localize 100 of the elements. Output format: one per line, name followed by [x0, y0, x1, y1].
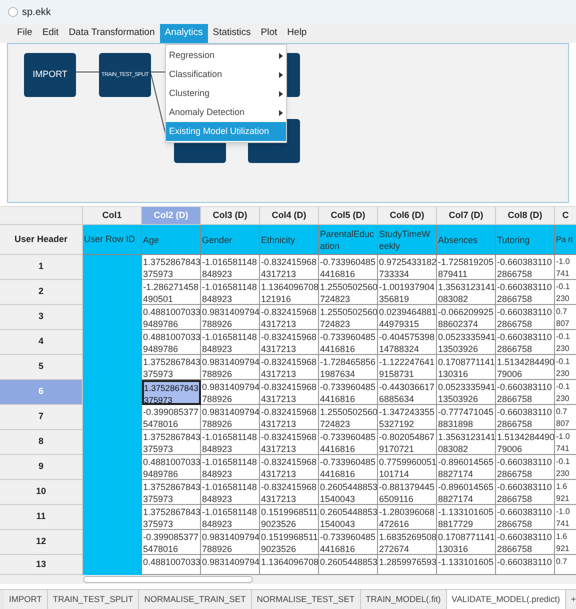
table-cell: -1.016581148848923	[201, 255, 260, 280]
table-cell: -0.8324159684317213	[260, 380, 319, 405]
table-cell: -1.725819205879411	[437, 255, 496, 280]
table-cell: -0.8960145658827174	[437, 480, 496, 505]
table-cell: -0.6603831102866758	[496, 280, 555, 305]
table-cell: -1.001937904356819	[378, 280, 437, 305]
table-cell: 1.3563123141083082	[437, 280, 496, 305]
table-cell: 0.1708771141130316	[437, 355, 496, 380]
table-cell: 0.9831409794	[201, 555, 260, 575]
table-cell: -0.6603831102866758	[496, 405, 555, 430]
table-cell: -0.1 230	[555, 455, 576, 480]
table-cell: -0.6603831102866758	[496, 330, 555, 355]
table-cell: 0.9831409794788926	[201, 405, 260, 430]
table-cell: 1.3752867843375973	[142, 430, 201, 455]
table-cell: 0.15199685119023526	[260, 505, 319, 530]
table-cell: -1.016581148848923	[201, 480, 260, 505]
table-cell: -1.0 741	[555, 255, 576, 280]
table-cell: -0.3990853775478016	[142, 530, 201, 555]
table-cell: -1.0 741	[555, 430, 576, 455]
table-cell: 0.26054488531540043	[319, 480, 378, 505]
table-cell: 0.9831409794788926	[201, 305, 260, 330]
table-cell: 0.1708771141130316	[437, 530, 496, 555]
table-cell: 0.4881007033	[142, 555, 201, 575]
table-cell: -1.016581148848923	[201, 455, 260, 480]
table-cell: -0.06620992588602374	[437, 305, 496, 330]
table-cell: -0.6603831102866758	[496, 255, 555, 280]
table-cell: -1.016581148848923	[201, 505, 260, 530]
table-cell: -0.6603831102866758	[496, 455, 555, 480]
table-cell: 1.1364096708	[260, 555, 319, 575]
table-cell: 1.2859976593	[378, 555, 437, 575]
table-cell: 0.9831409794788926	[201, 355, 260, 380]
table-cell: -0.7339604854416816	[319, 430, 378, 455]
table-cell: StudyTimeWeekly	[378, 225, 437, 255]
table-cell: -0.6603831102866758	[496, 505, 555, 530]
table-cell: 1.3752867843375973	[142, 380, 201, 405]
table-cell: 1.3563123141083082	[437, 430, 496, 455]
table-cell: -1.016581148848923	[201, 280, 260, 305]
table-cell: 0.48810070339489786	[142, 330, 201, 355]
table-cell: -0.7339604854416816	[319, 380, 378, 405]
table-cell: 1.2550502560724823	[319, 405, 378, 430]
table-cell: -0.7339604854416816	[319, 330, 378, 355]
table-cell: -1.286271458490501	[142, 280, 201, 305]
table-cell: 1.2550502560724823	[319, 305, 378, 330]
table-cell: -0.8324159684317213	[260, 455, 319, 480]
table-cell: Age	[142, 225, 201, 255]
table-cell: -0.8324159684317213	[260, 405, 319, 430]
table-cell: 0.15199685119023526	[260, 530, 319, 555]
table-cell: -0.7339604854416816	[319, 530, 378, 555]
table-cell: -0.8960145658827174	[437, 455, 496, 480]
table-cell: 1.6 921	[555, 530, 576, 555]
table-cell: 1.2550502560724823	[319, 280, 378, 305]
table-cell: 1.1364096708121916	[260, 280, 319, 305]
table-cell: 0.2605448853	[319, 555, 378, 575]
table-cell: -0.8324159684317213	[260, 330, 319, 355]
table-cell: -0.8324159684317213	[260, 480, 319, 505]
table-cell: 0.7759960051101714	[378, 455, 437, 480]
table-cell: 1.513428449079006	[496, 430, 555, 455]
table-cell: -0.7339604854416816	[319, 255, 378, 280]
table-cell: 1.3752867843375973	[142, 255, 201, 280]
table-cell: -0.6603831102866758	[496, 480, 555, 505]
table-cell: 0.023946488144979315	[378, 305, 437, 330]
table-cell: 1.513428449079006	[496, 355, 555, 380]
table-cell: ParentalEducation	[319, 225, 378, 255]
table-cell: -0.7339604854416816	[319, 455, 378, 480]
table-cell: -0.8813794456509116	[378, 480, 437, 505]
table-cell: -0.7774710458831898	[437, 405, 496, 430]
table-cell: Gender	[201, 225, 260, 255]
table-cell: 0.7 807	[555, 405, 576, 430]
table-cell: 1.3752867843375973	[142, 480, 201, 505]
table-cell: User Row ID	[83, 225, 142, 255]
table-cell: Tutoring	[496, 225, 555, 255]
table-cell: -1.280396068472616	[378, 505, 437, 530]
table-cell: -1.016581148848923	[201, 330, 260, 355]
table-cell: 1.3752867843375973	[142, 355, 201, 380]
table-cell: 0.9831409794788926	[201, 380, 260, 405]
table-cell: 0.9725433182733334	[378, 255, 437, 280]
table-cell: 0.7	[555, 555, 576, 575]
table-cell: -0.4430366176885634	[378, 380, 437, 405]
table-cell: Absences	[437, 225, 496, 255]
table-cell: -0.6603831102866758	[496, 530, 555, 555]
table-cell: -0.6603831102866758	[496, 305, 555, 330]
table-cell: 0.48810070339489786	[142, 455, 201, 480]
table-cell: -0.8020548679170721	[378, 430, 437, 455]
table-cell: 0.052333594113503926	[437, 330, 496, 355]
window-title: sp.ekk	[22, 6, 51, 20]
table-cell: -0.1 230	[555, 280, 576, 305]
table-cell: -0.40457539814788324	[378, 330, 437, 355]
table-cell: -1.1222476419158731	[378, 355, 437, 380]
table-cell: -0.6603831102866758	[496, 380, 555, 405]
table-cell: -0.660383110	[496, 555, 555, 575]
table-cell: -0.1 230	[555, 380, 576, 405]
table-cell: 1.6 921	[555, 480, 576, 505]
table-cell: -0.1 230	[555, 355, 576, 380]
table-cell: 0.052333594113503926	[437, 380, 496, 405]
table-cell: -1.133101605	[437, 555, 496, 575]
table-cell: -0.8324159684317213	[260, 255, 319, 280]
table-cell: -1.3472433555327192	[378, 405, 437, 430]
table-cell: -1.1331016058817729	[437, 505, 496, 530]
table-cell: -0.3990853775478016	[142, 405, 201, 430]
table-cell: -0.8324159684317213	[260, 355, 319, 380]
